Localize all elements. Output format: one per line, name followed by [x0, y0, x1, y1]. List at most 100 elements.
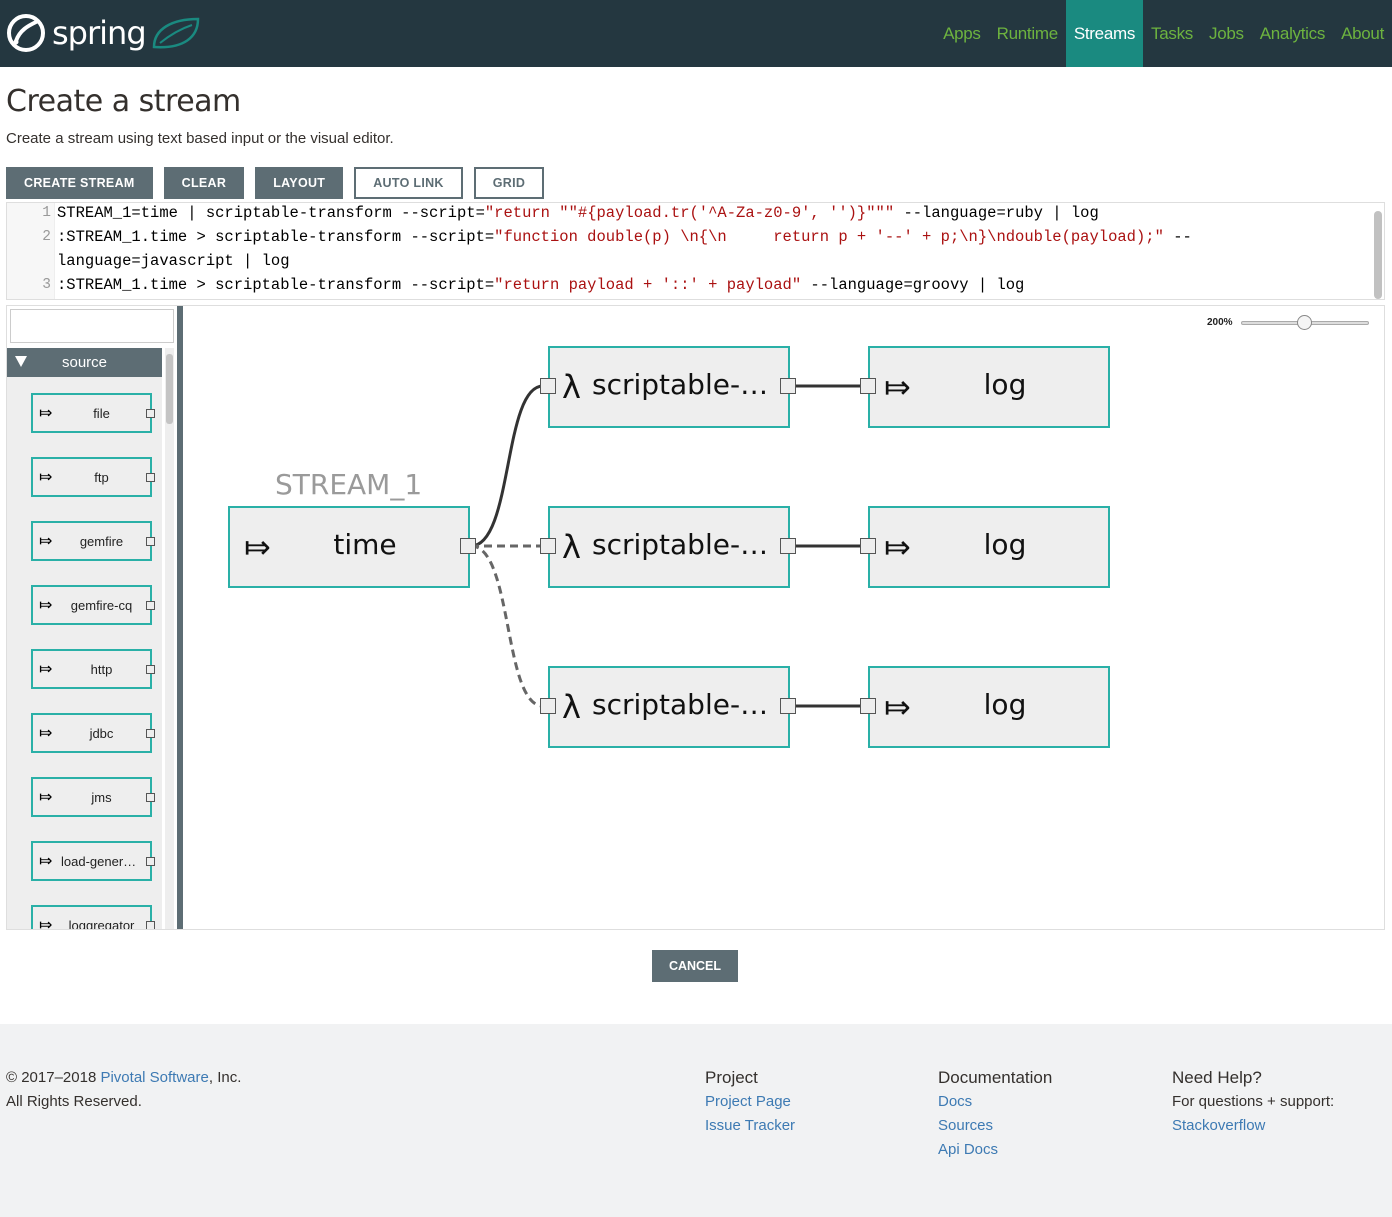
palette-item-ftp[interactable]: ⤇ ftp	[31, 457, 155, 497]
stream-dsl-editor[interactable]: 1 2 3 STREAM_1=time | scriptable-transfo…	[6, 202, 1385, 300]
code-string: "return payload + '::' + payload"	[494, 276, 802, 294]
palette-item-label: jms	[91, 789, 112, 805]
node-scriptable-transform-1[interactable]: λ scriptable-transform	[548, 346, 790, 428]
input-port[interactable]	[540, 538, 556, 554]
nav-analytics[interactable]: Analytics	[1252, 0, 1333, 67]
sink-icon: ⤇	[884, 368, 911, 406]
grid-toggle[interactable]: GRID	[473, 167, 545, 199]
node-label: log	[983, 368, 1027, 401]
nav-tasks[interactable]: Tasks	[1143, 0, 1201, 67]
palette-item-label: load-generator	[61, 853, 142, 869]
footer-help: Need Help? For questions + support: Stac…	[1172, 1066, 1334, 1138]
node-label: log	[983, 688, 1027, 721]
visual-editor: source ⤇ file ⤇ ftp ⤇ gemfire ⤇ gemfire-cq ⤇…	[6, 305, 1385, 930]
nav-streams[interactable]: Streams	[1065, 0, 1144, 67]
issue-tracker-link[interactable]: Issue Tracker	[705, 1117, 795, 1134]
node-log-2[interactable]: ⤇ log	[868, 506, 1110, 588]
output-port	[146, 857, 155, 866]
link-time-to-transform-3[interactable]	[470, 544, 544, 708]
zoom-slider-thumb[interactable]	[1297, 315, 1312, 330]
create-stream-button[interactable]: CREATE STREAM	[6, 167, 153, 199]
clear-button[interactable]: CLEAR	[163, 167, 245, 199]
nav-runtime[interactable]: Runtime	[989, 0, 1066, 67]
line-number: 1	[42, 205, 51, 221]
node-label: scriptable-transform	[592, 688, 778, 721]
nav-about[interactable]: About	[1333, 0, 1392, 67]
palette-scrollbar-thumb[interactable]	[166, 354, 173, 424]
source-icon: ⤇	[39, 853, 53, 870]
palette-scrollbar-track[interactable]	[165, 348, 174, 929]
input-port[interactable]	[540, 378, 556, 394]
source-icon: ⤇	[39, 917, 53, 929]
footer: © 2017–2018 Pivotal Software, Inc. All R…	[0, 1024, 1392, 1217]
footer-copyright: © 2017–2018 Pivotal Software, Inc. All R…	[6, 1066, 241, 1114]
spring-logo[interactable]: spring	[6, 12, 204, 54]
palette-item-label: gemfire	[79, 533, 124, 549]
output-port	[146, 921, 155, 929]
palette-list: ⤇ file ⤇ ftp ⤇ gemfire ⤇ gemfire-cq ⤇ http ⤇ j…	[7, 377, 162, 929]
layout-button[interactable]: LAYOUT	[255, 167, 344, 199]
input-port[interactable]	[860, 378, 876, 394]
output-port[interactable]	[460, 538, 476, 554]
palette-item-loggregator[interactable]: ⤇ loggregator	[31, 905, 155, 930]
node-time[interactable]: ⤇ time	[228, 506, 470, 588]
node-label: scriptable-transform	[592, 528, 778, 561]
palette-item-label: gemfire-cq	[70, 597, 133, 613]
output-port[interactable]	[780, 698, 796, 714]
page-title: Create a stream	[6, 84, 241, 119]
palette-item-jdbc[interactable]: ⤇ jdbc	[31, 713, 155, 753]
leaf-icon	[152, 17, 199, 49]
input-port[interactable]	[860, 698, 876, 714]
docs-link[interactable]: Docs	[938, 1093, 972, 1110]
line-number: 2	[42, 229, 51, 245]
palette-item-label: http	[90, 661, 113, 677]
footer-heading: Project	[705, 1068, 758, 1087]
input-port[interactable]	[540, 698, 556, 714]
flow-canvas[interactable]: 200% STREAM_1 ⤇ time λ scriptable-transf…	[183, 306, 1384, 929]
stackoverflow-link[interactable]: Stackoverflow	[1172, 1117, 1265, 1134]
editor-scrollbar[interactable]	[1374, 211, 1382, 299]
palette-group-source[interactable]: source	[7, 348, 162, 377]
nav-apps[interactable]: Apps	[935, 0, 989, 67]
help-text: For questions + support:	[1172, 1093, 1335, 1110]
line-gutter: 1 2 3	[7, 203, 55, 299]
palette-item-gemfire[interactable]: ⤇ gemfire	[31, 521, 155, 561]
project-page-link[interactable]: Project Page	[705, 1093, 791, 1110]
palette-item-file[interactable]: ⤇ file	[31, 393, 155, 433]
palette-item-http[interactable]: ⤇ http	[31, 649, 155, 689]
palette-item-jms[interactable]: ⤇ jms	[31, 777, 155, 817]
node-scriptable-transform-2[interactable]: λ scriptable-transform	[548, 506, 790, 588]
node-log-1[interactable]: ⤇ log	[868, 346, 1110, 428]
input-port[interactable]	[860, 538, 876, 554]
stream-name-label: STREAM_1	[275, 468, 423, 501]
source-icon: ⤇	[39, 469, 53, 486]
palette-item-label: file	[93, 405, 110, 421]
code-text: STREAM_1=time | scriptable-transform --s…	[57, 204, 485, 222]
output-port[interactable]	[780, 378, 796, 394]
node-log-3[interactable]: ⤇ log	[868, 666, 1110, 748]
link-time-to-transform-1[interactable]	[470, 384, 544, 548]
line-number: 3	[42, 277, 51, 293]
code-text: language=javascript | log	[57, 252, 290, 270]
output-port[interactable]	[780, 538, 796, 554]
api-docs-link[interactable]: Api Docs	[938, 1141, 998, 1158]
source-icon: ⤇	[39, 725, 53, 742]
auto-link-toggle[interactable]: AUTO LINK	[354, 167, 463, 199]
source-icon: ⤇	[39, 661, 53, 678]
code-text: :STREAM_1.time > scriptable-transform --…	[57, 228, 495, 246]
footer-documentation: Documentation Docs Sources Api Docs	[938, 1066, 1052, 1162]
palette-item-gemfire-cq[interactable]: ⤇ gemfire-cq	[31, 585, 155, 625]
sources-link[interactable]: Sources	[938, 1117, 993, 1134]
node-scriptable-transform-3[interactable]: λ scriptable-transform	[548, 666, 790, 748]
node-label: time	[333, 528, 397, 561]
palette-search-input[interactable]	[10, 309, 174, 343]
code-text: --language=ruby | log	[894, 204, 1099, 222]
nav-jobs[interactable]: Jobs	[1201, 0, 1252, 67]
spring-logo-icon	[7, 14, 45, 52]
palette-item-label: loggregator	[68, 917, 135, 930]
code-text: --language=groovy | log	[801, 276, 1025, 294]
pivotal-link[interactable]: Pivotal Software	[100, 1069, 208, 1086]
cancel-button[interactable]: CANCEL	[652, 950, 738, 982]
palette-item-load-generator[interactable]: ⤇ load-generator	[31, 841, 155, 881]
lambda-icon: λ	[562, 688, 581, 726]
